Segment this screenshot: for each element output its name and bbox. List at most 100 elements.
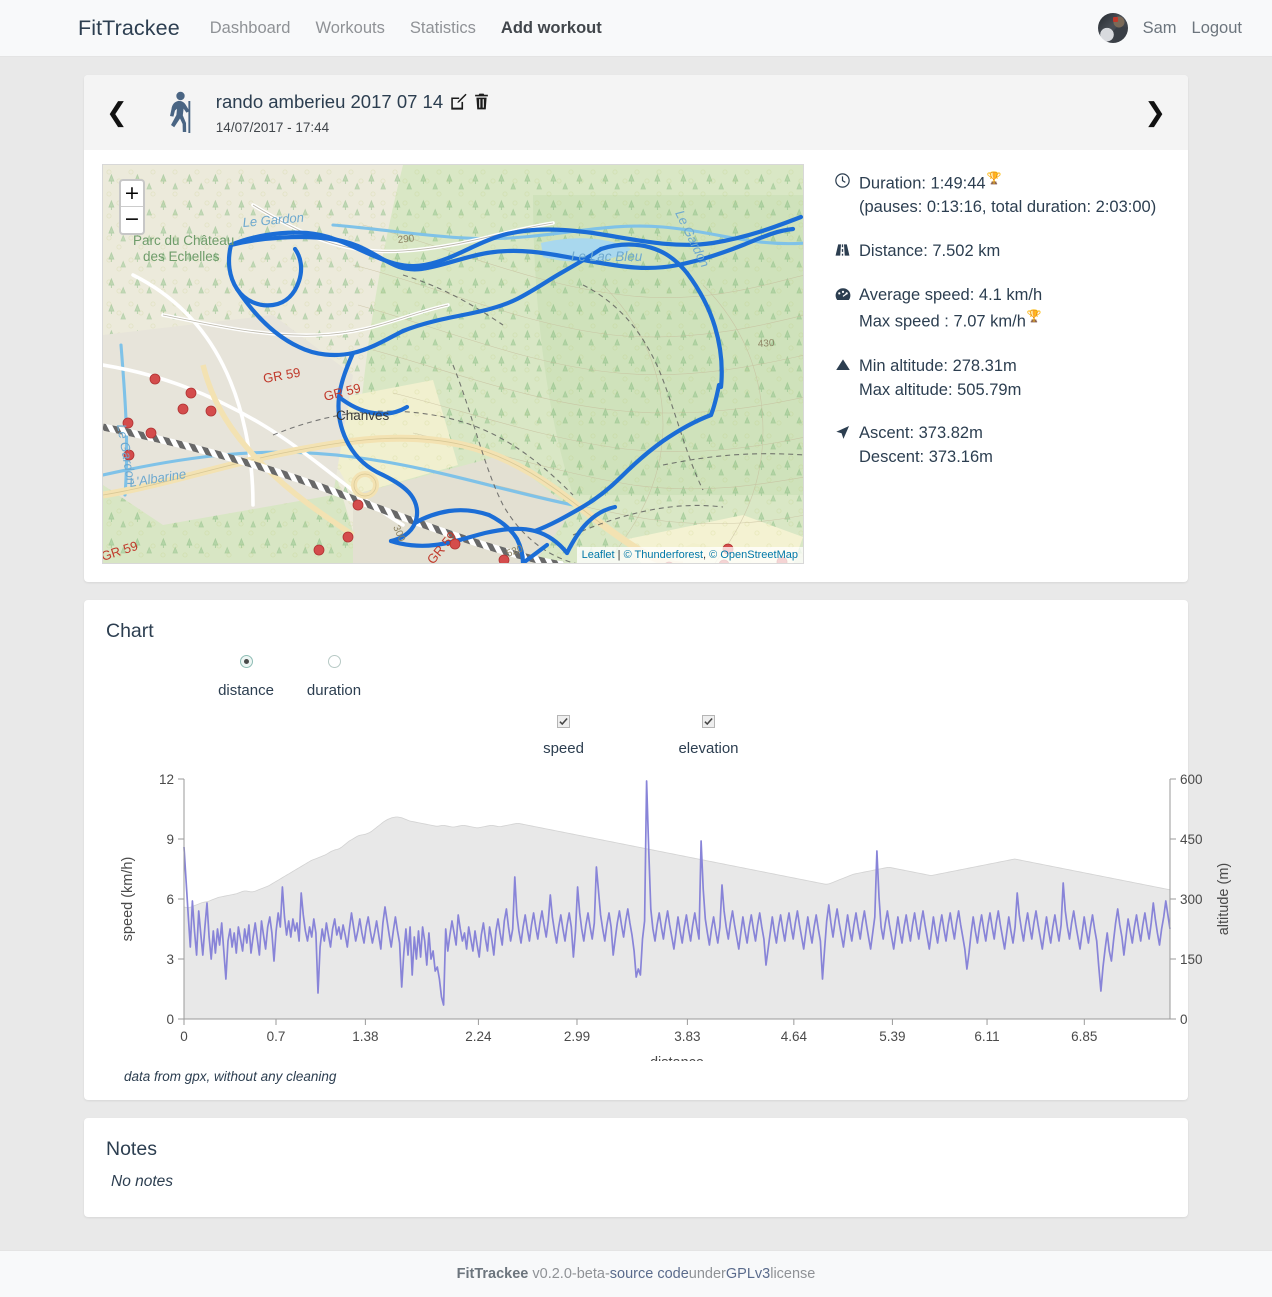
user-area: Sam Logout bbox=[1097, 13, 1242, 43]
nav-link-add-workout[interactable]: Add workout bbox=[501, 19, 602, 38]
series-checkbox-group: speed elevation bbox=[106, 713, 1166, 757]
y-tick-label-right: 450 bbox=[1180, 832, 1203, 847]
map-label-gr59-d: GR 59 bbox=[424, 529, 460, 565]
workout-date: 14/07/2017 - 17:44 bbox=[215, 119, 330, 135]
avatar[interactable] bbox=[1097, 13, 1128, 43]
openstreetmap-link[interactable]: © OpenStreetMap bbox=[709, 549, 798, 561]
ascent-label: Ascent: bbox=[859, 424, 915, 443]
hiking-icon bbox=[160, 91, 200, 135]
spacer-icon bbox=[834, 379, 851, 382]
map-zoom-controls[interactable]: + − bbox=[119, 179, 145, 235]
chevron-left-icon[interactable]: ❮ bbox=[106, 100, 128, 126]
workout-title-row: rando amberieu 2017 07 14 bbox=[216, 91, 489, 113]
road-icon bbox=[834, 240, 851, 257]
map-label-lac-bleu: Le Lac Bleu bbox=[571, 249, 643, 264]
spacer-icon bbox=[834, 446, 851, 449]
footer-version: v0.2.0-beta bbox=[532, 1266, 605, 1282]
thunderforest-link[interactable]: © Thunderforest bbox=[624, 549, 703, 561]
workout-body: 290 bbox=[84, 150, 1188, 582]
map-label-gardon-right: Le Gardon bbox=[672, 208, 712, 270]
radio-distance[interactable] bbox=[239, 655, 253, 668]
chart-footnote: data from gpx, without any cleaning bbox=[124, 1069, 337, 1084]
map-label-gardon-top: Le Gardon bbox=[242, 210, 305, 230]
radio-duration[interactable] bbox=[327, 655, 341, 668]
duration-value: 1:49:44 bbox=[930, 174, 986, 193]
radio-item-duration: duration bbox=[290, 655, 378, 699]
user-name[interactable]: Sam bbox=[1143, 19, 1177, 38]
nav-link-dashboard[interactable]: Dashboard bbox=[210, 19, 291, 38]
checkbox-speed-label[interactable]: speed bbox=[519, 740, 609, 757]
map-label-chanves: Chanves bbox=[336, 408, 390, 423]
stat-ascent: Ascent: 373.82m bbox=[834, 422, 1170, 446]
footer-brand: FitTrackee bbox=[456, 1266, 529, 1282]
workout-card: ❮ rando amberieu 2017 07 14 14/07/2017 -… bbox=[84, 75, 1188, 582]
radio-distance-label[interactable]: distance bbox=[202, 682, 290, 699]
checkbox-speed[interactable] bbox=[557, 715, 570, 728]
notes-title: Notes bbox=[106, 1138, 157, 1160]
clock-icon bbox=[834, 170, 851, 188]
check-item-speed: speed bbox=[519, 713, 609, 757]
y-tick-label-right: 0 bbox=[1180, 1012, 1188, 1027]
x-tick-label: 5.39 bbox=[879, 1029, 905, 1044]
y-tick-label-right: 300 bbox=[1180, 892, 1203, 907]
nav-link-workouts[interactable]: Workouts bbox=[315, 19, 384, 38]
leaflet-link[interactable]: Leaflet bbox=[582, 549, 615, 561]
notes-card: Notes No notes bbox=[84, 1118, 1188, 1217]
workout-chart[interactable]: 0 3 6 9 12 0 150 300 450 600 0 0.7 1.38 2.24 2.99 3.83 4… bbox=[106, 771, 1232, 1061]
map-attribution: Leaflet | © Thunderforest, © OpenStreetM… bbox=[576, 547, 803, 563]
stat-gap-1 bbox=[834, 220, 1170, 240]
stat-descent: Descent: 373.16m bbox=[834, 446, 1170, 470]
y-tick-label-left: 6 bbox=[166, 892, 174, 907]
trash-icon[interactable] bbox=[474, 93, 489, 110]
attrib-sep: | bbox=[614, 549, 624, 561]
y-tick-label-left: 0 bbox=[166, 1012, 174, 1027]
license-link[interactable]: GPLv3 bbox=[726, 1266, 770, 1282]
x-tick-label: 0.7 bbox=[267, 1029, 286, 1044]
spacer-icon bbox=[834, 196, 851, 199]
map-label-gr59-c: GR 59 bbox=[103, 538, 140, 564]
stat-min-altitude: Min altitude: 278.31m bbox=[834, 355, 1170, 379]
notes-text: No notes bbox=[111, 1173, 174, 1190]
spacer-icon bbox=[834, 308, 851, 311]
source-code-link[interactable]: source code bbox=[610, 1266, 689, 1282]
checkbox-elevation-label[interactable]: elevation bbox=[664, 740, 754, 757]
workout-map[interactable]: 290 bbox=[102, 164, 804, 564]
logout-link[interactable]: Logout bbox=[1192, 19, 1242, 38]
x-tick-label: 1.38 bbox=[352, 1029, 378, 1044]
map-labels: Le Gardon Le Gardon Le Gardon Le Lac Ble… bbox=[103, 208, 775, 565]
y-axis-label-right: altitude (m) bbox=[1216, 863, 1232, 936]
stat-gap-3 bbox=[834, 335, 1170, 355]
x-tick-label: 3.83 bbox=[674, 1029, 700, 1044]
y-tick-label-left: 12 bbox=[159, 772, 174, 787]
map-contour-label-290: 290 bbox=[397, 233, 415, 246]
x-axis-label: distance bbox=[650, 1055, 704, 1061]
stat-pauses: (pauses: 0:13:16, total duration: 2:03:0… bbox=[834, 196, 1170, 220]
descent-line: Descent: 373.16m bbox=[859, 448, 993, 467]
workout-stats: Duration: 1:49:44🏆 (pauses: 0:13:16, tot… bbox=[804, 164, 1170, 564]
x-tick-label: 6.11 bbox=[974, 1029, 999, 1044]
checkbox-elevation[interactable] bbox=[702, 715, 715, 728]
edit-icon[interactable] bbox=[450, 93, 467, 110]
tachometer-icon bbox=[834, 284, 851, 301]
avg-speed-value: 4.1 km/h bbox=[978, 286, 1043, 305]
zoom-in-button[interactable]: + bbox=[121, 181, 143, 207]
workout-header: ❮ rando amberieu 2017 07 14 14/07/2017 -… bbox=[84, 75, 1188, 150]
distance-label: Distance: bbox=[859, 242, 928, 261]
radio-duration-label[interactable]: duration bbox=[290, 682, 378, 699]
app-brand[interactable]: FitTrackee bbox=[78, 16, 180, 41]
stat-gap-4 bbox=[834, 402, 1170, 422]
avg-speed-label: Average speed: bbox=[859, 286, 975, 305]
xaxis-radio-group: distance duration bbox=[106, 655, 1166, 699]
nav-link-statistics[interactable]: Statistics bbox=[410, 19, 476, 38]
zoom-out-button[interactable]: − bbox=[121, 207, 143, 233]
check-icon bbox=[704, 717, 713, 726]
radio-item-distance: distance bbox=[202, 655, 290, 699]
page-content: ❮ rando amberieu 2017 07 14 14/07/2017 -… bbox=[0, 57, 1272, 1217]
footer-under: under bbox=[688, 1266, 726, 1282]
mountain-icon bbox=[834, 355, 851, 371]
y-tick-label-left: 3 bbox=[166, 952, 174, 967]
workout-title-block: rando amberieu 2017 07 14 14/07/2017 - 1… bbox=[216, 91, 489, 135]
chevron-right-icon[interactable]: ❯ bbox=[1144, 100, 1166, 126]
y-tick-label-right: 150 bbox=[1180, 952, 1203, 967]
pauses-line: (pauses: 0:13:16, total duration: 2:03:0… bbox=[859, 198, 1157, 217]
